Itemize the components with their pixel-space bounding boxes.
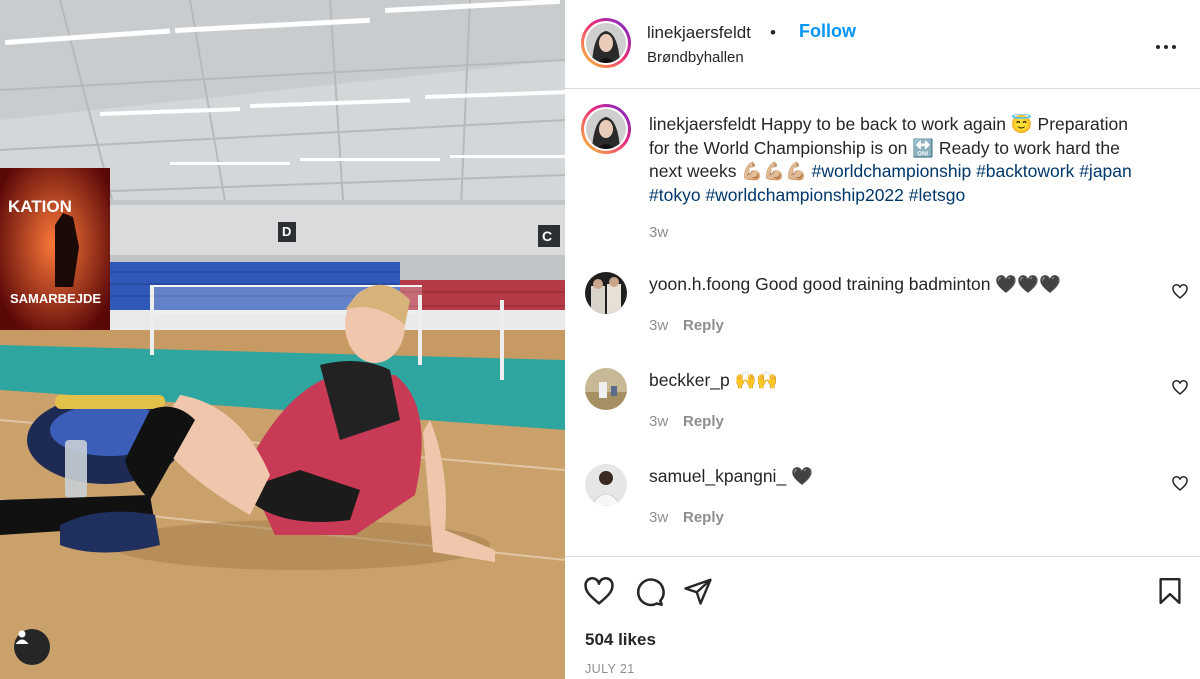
comment-text: samuel_kpangni_ 🖤 [649, 466, 813, 487]
post-location[interactable]: Brøndbyhallen [647, 49, 744, 66]
author-username[interactable]: linekjaersfeldt [647, 23, 751, 43]
header-separator: • [770, 23, 776, 42]
more-options-icon [1156, 45, 1176, 49]
comment-avatar-image [585, 368, 627, 410]
comment-item: samuel_kpangni_ 🖤 3w Reply [585, 464, 1188, 534]
like-button[interactable] [583, 576, 615, 613]
save-button[interactable] [1155, 576, 1185, 611]
post-date[interactable]: JULY 21 [585, 662, 635, 676]
comment-like-button[interactable] [1172, 476, 1188, 497]
comment-username[interactable]: beckker_p [649, 370, 730, 390]
heart-icon [1172, 380, 1188, 395]
action-bar [583, 576, 1184, 610]
comment-username[interactable]: yoon.h.foong [649, 274, 750, 294]
comment-button[interactable] [633, 576, 665, 613]
comment-time[interactable]: 3w [649, 509, 668, 526]
comment-body: Good good training badminton 🖤🖤🖤 [755, 274, 1061, 294]
banner-text-bottom: SAMARBEJDE [10, 291, 102, 306]
banner-text-top: KATION [8, 197, 72, 216]
comment-item: yoon.h.foong Good good training badminto… [585, 272, 1188, 342]
heart-icon [584, 577, 614, 605]
hashtag[interactable]: #worldchampionship2022 [705, 185, 903, 205]
reply-button[interactable]: Reply [683, 509, 724, 526]
likes-count[interactable]: 504 likes [585, 630, 656, 650]
actions-divider [565, 556, 1200, 557]
hashtag[interactable]: #worldchampionship [812, 161, 972, 181]
caption-username[interactable]: linekjaersfeldt [649, 114, 756, 134]
post-sidebar: linekjaersfeldt • Follow Brøndbyhallen l… [565, 0, 1200, 679]
share-icon [684, 578, 712, 605]
comment-text: beckker_p 🙌🙌 [649, 370, 778, 391]
bookmark-icon [1159, 577, 1181, 605]
reply-button[interactable]: Reply [683, 317, 724, 334]
comment-avatar[interactable] [585, 368, 627, 410]
sign-c: C [542, 228, 553, 244]
comment-time[interactable]: 3w [649, 317, 668, 334]
comment-like-button[interactable] [1172, 380, 1188, 401]
header-divider [565, 88, 1200, 89]
hashtag[interactable]: #japan [1079, 161, 1132, 181]
post-header: linekjaersfeldt • Follow Brøndbyhallen [581, 18, 1184, 70]
caption-text: linekjaersfeldt Happy to be back to work… [649, 113, 1149, 207]
post-photo[interactable]: KATION SAMARBEJDE D C [0, 0, 565, 679]
comment-body: 🙌🙌 [734, 370, 779, 390]
comment-avatar[interactable] [585, 272, 627, 314]
author-avatar-image [586, 23, 626, 63]
hashtag[interactable]: #tokyo [649, 185, 701, 205]
caption-avatar-image [586, 109, 626, 149]
follow-button[interactable]: Follow [799, 21, 856, 42]
comment-avatar-image [585, 272, 627, 314]
comment-avatar-image [585, 464, 627, 506]
comment-time[interactable]: 3w [649, 413, 668, 430]
caption-avatar[interactable] [581, 104, 631, 154]
comment-avatar[interactable] [585, 464, 627, 506]
comment-icon [636, 578, 665, 607]
share-button[interactable] [683, 576, 713, 611]
comment-text: yoon.h.foong Good good training badminto… [649, 274, 1061, 295]
reply-button[interactable]: Reply [683, 413, 724, 430]
comment-item: beckker_p 🙌🙌 3w Reply [585, 368, 1188, 438]
user-tag-button[interactable] [14, 629, 50, 665]
author-avatar[interactable] [581, 18, 631, 68]
user-tag-icon [15, 630, 29, 644]
comment-username[interactable]: samuel_kpangni_ [649, 466, 786, 486]
heart-icon [1172, 476, 1188, 491]
heart-icon [1172, 284, 1188, 299]
hashtag[interactable]: #backtowork [976, 161, 1074, 181]
comment-body: 🖤 [791, 466, 813, 486]
caption-time[interactable]: 3w [649, 224, 668, 241]
post-image [0, 0, 565, 679]
comment-like-button[interactable] [1172, 284, 1188, 305]
sign-d: D [282, 224, 292, 239]
more-options-button[interactable] [1154, 35, 1178, 64]
hashtag[interactable]: #letsgo [909, 185, 965, 205]
